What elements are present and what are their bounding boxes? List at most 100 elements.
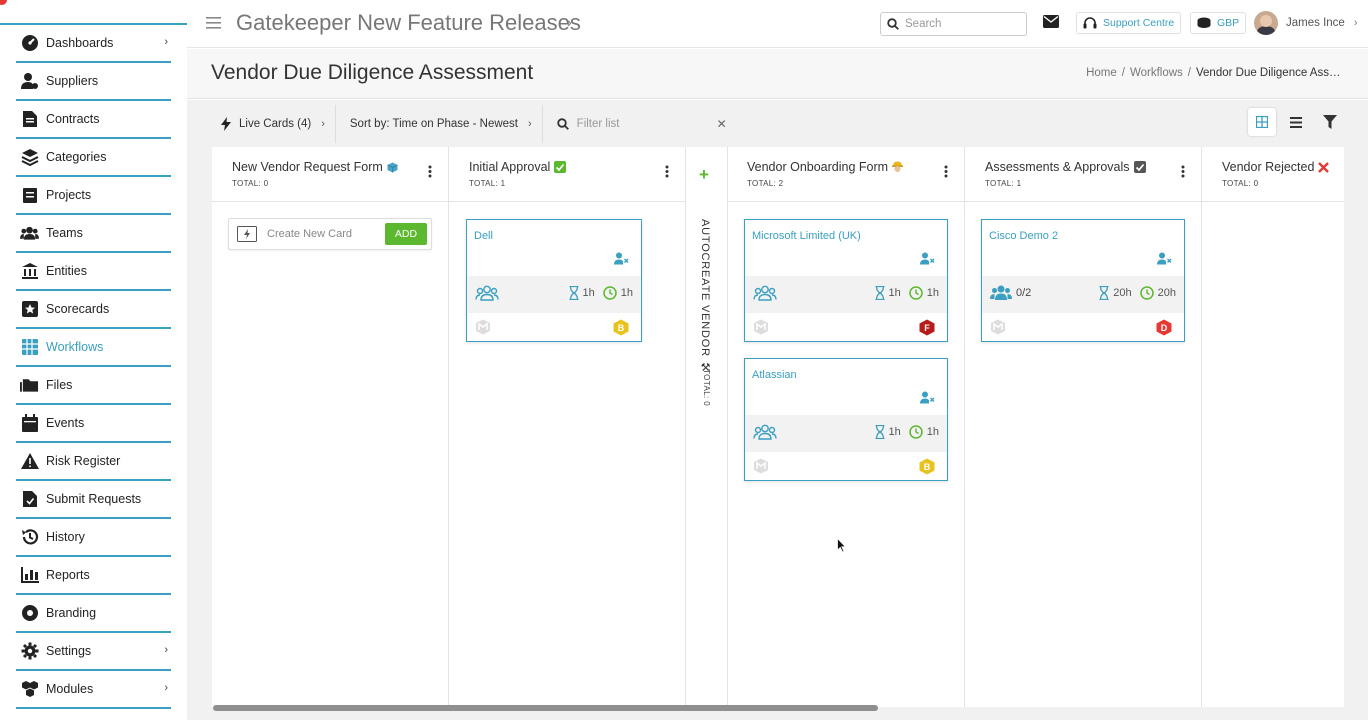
create-card-input[interactable]: [267, 228, 379, 240]
checkbox-checked-icon: [1133, 161, 1146, 173]
workflow-content: Live Cards (4) › Sort by: Time on Phase …: [187, 100, 1368, 720]
contracts-icon: [20, 110, 39, 129]
column-title[interactable]: Assessments & Approvals: [985, 160, 1146, 174]
sort-label: Sort by: Time on Phase - Newest: [349, 118, 518, 130]
card-title[interactable]: Dell: [474, 230, 493, 242]
clock-icon: [603, 286, 617, 300]
sort-button[interactable]: Sort by: Time on Phase - Newest ›: [336, 105, 543, 143]
sidebar-item-suppliers[interactable]: Suppliers: [16, 63, 171, 101]
column-title[interactable]: New Vendor Request Form: [232, 160, 398, 174]
page-title-bar: Vendor Due Diligence Assessment Home / Wo…: [187, 49, 1368, 99]
team-members[interactable]: 0/2: [990, 285, 1031, 300]
assign-user-icon[interactable]: [920, 391, 935, 404]
kebab-menu-icon[interactable]: [665, 165, 669, 178]
kebab-menu-icon[interactable]: [944, 165, 948, 178]
red-cross-icon: [1318, 161, 1330, 173]
workflow-card[interactable]: Cisco Demo 2 0/2 20h 20h D: [981, 219, 1185, 342]
sidebar-item-submit-requests[interactable]: Submit Requests: [16, 481, 171, 519]
card-title[interactable]: Cisco Demo 2: [989, 230, 1058, 242]
mail-icon[interactable]: [1043, 15, 1059, 28]
sidebar-item-teams[interactable]: Teams: [16, 215, 171, 253]
column-title[interactable]: Vendor Rejected: [1222, 160, 1330, 174]
grid-view-button[interactable]: [1248, 108, 1276, 136]
sidebar-item-risk-register[interactable]: Risk Register: [16, 443, 171, 481]
column-title[interactable]: AUTOCREATE VENDOR ⚒: [699, 219, 712, 375]
sidebar-item-settings[interactable]: Settings ›: [16, 633, 171, 671]
user-menu[interactable]: James Ince ›: [1254, 11, 1357, 35]
card-title[interactable]: Atlassian: [752, 369, 797, 381]
breadcrumb-current: Vendor Due Diligence Asse...: [1196, 67, 1344, 79]
support-centre-button[interactable]: Support Centre: [1076, 12, 1182, 34]
supplier-logo-icon: [475, 319, 491, 335]
column-total: TOTAL: 0: [702, 369, 711, 407]
chevron-right-icon[interactable]: ›: [567, 14, 572, 30]
sidebar-item-label: Teams: [46, 226, 83, 240]
kebab-menu-icon[interactable]: [428, 165, 432, 178]
kebab-menu-icon[interactable]: [1181, 165, 1185, 178]
sidebar-item-label: Reports: [46, 568, 90, 582]
sidebar-item-workflows[interactable]: Workflows: [16, 329, 171, 367]
sidebar-item-branding[interactable]: Branding: [16, 595, 171, 633]
add-card-button[interactable]: ADD: [385, 223, 427, 245]
dashboard-icon: [20, 34, 39, 53]
assign-user-icon[interactable]: [614, 252, 629, 265]
filter-input[interactable]: [576, 118, 697, 130]
clear-filter-icon[interactable]: ✕: [717, 117, 727, 131]
breadcrumb-home[interactable]: Home: [1086, 67, 1117, 79]
card-meta: 1h 1h: [745, 276, 947, 313]
live-cards-label: Live Cards (4): [239, 118, 312, 130]
team-filled-icon: [990, 285, 1012, 300]
card-title[interactable]: Microsoft Limited (UK): [752, 230, 861, 242]
sidebar-item-entities[interactable]: Entities: [16, 253, 171, 291]
list-view-button[interactable]: [1282, 108, 1310, 136]
breadcrumb-workflows[interactable]: Workflows: [1130, 67, 1183, 79]
global-search[interactable]: [880, 12, 1027, 36]
sidebar-item-contracts[interactable]: Contracts: [16, 101, 171, 139]
sidebar-item-projects[interactable]: Projects: [16, 177, 171, 215]
filter-list[interactable]: ✕: [543, 105, 727, 143]
total-time: 1h: [926, 426, 939, 438]
team-members[interactable]: [475, 285, 503, 301]
column-title[interactable]: Vendor Onboarding Form: [747, 160, 904, 174]
sidebar-item-label: Events: [46, 416, 85, 430]
warning-icon: [20, 452, 39, 471]
logo: [0, 0, 7, 5]
hourglass-icon: [875, 425, 885, 439]
team-members[interactable]: [753, 424, 781, 440]
sidebar: Dashboards › Suppliers Contracts Categor…: [0, 0, 187, 720]
sidebar-item-label: Entities: [46, 264, 87, 278]
sidebar-item-categories[interactable]: Categories: [16, 139, 171, 177]
history-icon: [20, 528, 39, 547]
chevron-right-icon: ›: [164, 682, 168, 694]
sidebar-item-modules[interactable]: Modules ›: [16, 671, 171, 709]
sidebar-item-reports[interactable]: Reports: [16, 557, 171, 595]
column-vendor-onboarding-form: Vendor Onboarding Form TOTAL: 2 Microsof…: [728, 147, 965, 707]
team-members[interactable]: [753, 285, 781, 301]
team-icon: [753, 285, 777, 301]
search-input[interactable]: [905, 18, 1015, 30]
sidebar-item-history[interactable]: History: [16, 519, 171, 557]
add-column-button[interactable]: +: [699, 165, 709, 185]
chevron-right-icon: ›: [321, 118, 325, 130]
live-cards-button[interactable]: Live Cards (4) ›: [211, 105, 336, 143]
column-header: Vendor Rejected TOTAL: 0: [1202, 147, 1344, 202]
hamburger-menu-icon[interactable]: [206, 17, 221, 29]
assign-user-icon[interactable]: [1157, 252, 1172, 265]
app-title[interactable]: Gatekeeper New Feature Releases: [236, 10, 581, 36]
filter-button[interactable]: [1316, 108, 1344, 136]
workflow-card[interactable]: Atlassian 1h 1h B: [744, 358, 948, 481]
card-meta: 1h 1h: [467, 276, 641, 313]
phase-time: 1h: [582, 287, 595, 299]
top-header: Gatekeeper New Feature Releases › Suppor…: [187, 0, 1368, 48]
kanban-board: New Vendor Request Form TOTAL: 0 ADD Ini…: [212, 147, 1344, 707]
sidebar-item-dashboards[interactable]: Dashboards ›: [16, 25, 171, 63]
column-title[interactable]: Initial Approval: [469, 160, 567, 174]
sidebar-item-files[interactable]: Files: [16, 367, 171, 405]
currency-selector[interactable]: GBP: [1190, 12, 1247, 34]
sidebar-item-events[interactable]: Events: [16, 405, 171, 443]
assign-user-icon[interactable]: [920, 252, 935, 265]
workflow-card[interactable]: Microsoft Limited (UK) 1h 1h F: [744, 219, 948, 342]
sidebar-item-scorecards[interactable]: Scorecards: [16, 291, 171, 329]
horizontal-scrollbar[interactable]: [213, 705, 878, 711]
workflow-card[interactable]: Dell 1h 1h B: [466, 219, 642, 342]
